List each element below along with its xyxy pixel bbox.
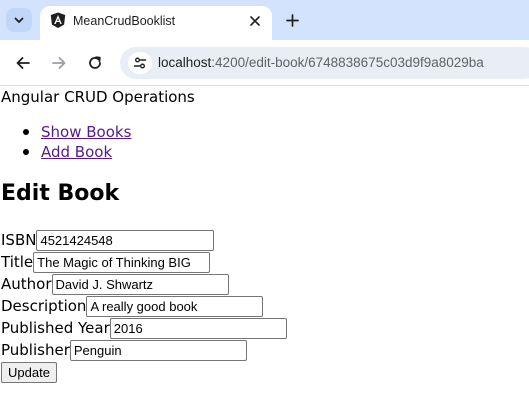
close-icon bbox=[250, 16, 260, 26]
tab-title: MeanCrudBooklist bbox=[73, 14, 176, 28]
new-tab-button[interactable] bbox=[282, 10, 302, 30]
author-label: Author bbox=[1, 275, 52, 293]
plus-icon bbox=[285, 13, 299, 27]
close-tab-button[interactable] bbox=[246, 12, 264, 30]
show-books-link[interactable]: Show Books bbox=[41, 123, 131, 141]
forward-arrow-icon bbox=[52, 57, 66, 69]
chevron-down-icon bbox=[14, 17, 24, 23]
angular-icon bbox=[50, 12, 66, 28]
publisher-input[interactable] bbox=[69, 339, 247, 361]
update-button[interactable]: Update bbox=[1, 362, 57, 383]
page-heading: Edit Book bbox=[1, 181, 120, 206]
nav-item-add-book: Add Book bbox=[0, 142, 131, 162]
isbn-input[interactable] bbox=[36, 229, 215, 251]
page-content: Angular CRUD Operations Show Books Add B… bbox=[0, 86, 529, 418]
publisher-label: Publisher bbox=[1, 341, 70, 359]
author-row: Author bbox=[1, 273, 229, 295]
description-label: Description bbox=[1, 297, 87, 315]
url-path: :4200/edit-book/6748838675c03d9f9a8029ba bbox=[211, 55, 484, 70]
browser-tab-strip: MeanCrudBooklist bbox=[0, 0, 529, 40]
reload-button[interactable] bbox=[84, 52, 106, 74]
isbn-row: ISBN bbox=[1, 229, 215, 251]
description-row: Description bbox=[1, 295, 264, 317]
nav-item-show-books: Show Books bbox=[0, 122, 131, 142]
title-label: Title bbox=[1, 253, 34, 271]
published-year-label: Published Year bbox=[1, 319, 110, 337]
add-book-link[interactable]: Add Book bbox=[41, 143, 112, 161]
title-row: Title bbox=[1, 251, 211, 273]
publisher-row: Publisher bbox=[1, 339, 247, 361]
nav-list: Show Books Add Book bbox=[0, 122, 131, 162]
address-bar[interactable]: localhost:4200/edit-book/6748838675c03d9… bbox=[120, 47, 529, 79]
back-arrow-icon bbox=[16, 57, 30, 69]
published-year-input[interactable] bbox=[109, 317, 287, 339]
back-button[interactable] bbox=[12, 52, 34, 74]
description-input[interactable] bbox=[86, 295, 264, 317]
active-tab[interactable]: MeanCrudBooklist bbox=[40, 6, 272, 40]
isbn-label: ISBN bbox=[1, 231, 37, 249]
title-input[interactable] bbox=[33, 251, 211, 273]
author-input[interactable] bbox=[51, 273, 229, 295]
app-title: Angular CRUD Operations bbox=[1, 88, 195, 106]
site-info-icon bbox=[133, 57, 147, 69]
url-host: localhost bbox=[158, 55, 212, 70]
site-info-button[interactable] bbox=[128, 52, 152, 74]
forward-button[interactable] bbox=[48, 52, 70, 74]
browser-toolbar: localhost:4200/edit-book/6748838675c03d9… bbox=[0, 40, 529, 86]
url-text: localhost:4200/edit-book/6748838675c03d9… bbox=[158, 55, 484, 70]
published-year-row: Published Year bbox=[1, 317, 287, 339]
reload-icon bbox=[89, 56, 101, 69]
tab-search-button[interactable] bbox=[6, 8, 32, 32]
